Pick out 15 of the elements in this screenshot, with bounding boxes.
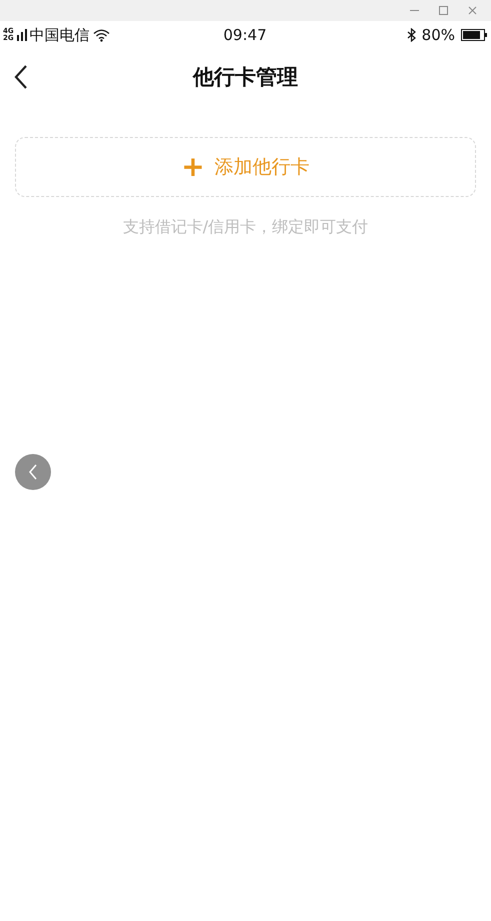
close-icon[interactable] xyxy=(468,6,477,15)
hint-text: 支持借记卡/信用卡，绑定即可支付 xyxy=(122,217,370,238)
page-title: 他行卡管理 xyxy=(193,64,298,91)
signal-icon xyxy=(16,29,27,41)
carrier-name: 中国电信 xyxy=(30,26,90,44)
battery-percent: 80% xyxy=(422,26,456,44)
bluetooth-icon xyxy=(406,28,416,42)
battery-icon xyxy=(461,29,488,41)
chevron-left-icon xyxy=(28,464,38,480)
minimize-icon[interactable] xyxy=(410,10,419,12)
maximize-icon[interactable] xyxy=(439,6,448,15)
wifi-icon xyxy=(92,28,110,42)
status-time: 09:47 xyxy=(223,26,267,44)
add-card-button[interactable]: + 添加他行卡 xyxy=(15,137,476,197)
floating-back-button[interactable] xyxy=(15,454,51,490)
